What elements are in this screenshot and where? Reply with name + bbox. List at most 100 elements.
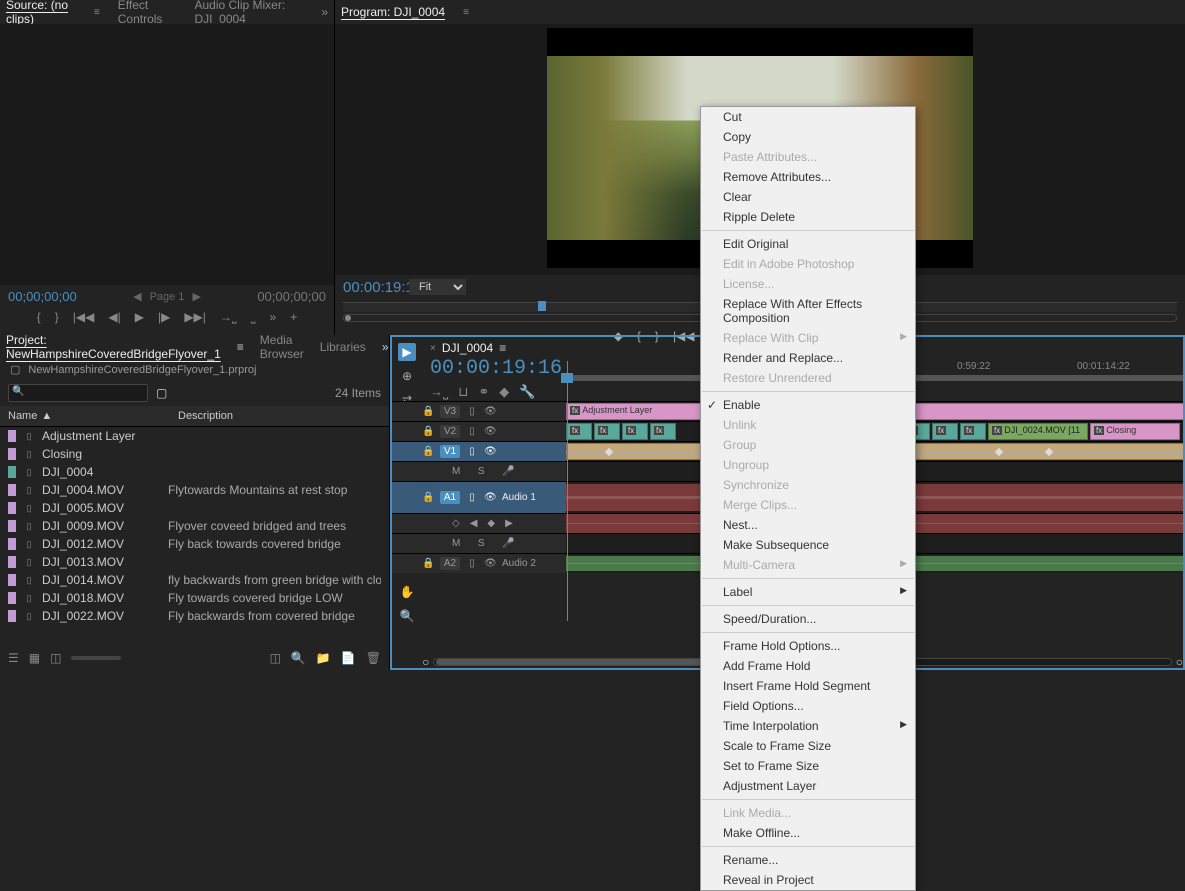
track-header-V2[interactable]: 🔒 V2 ▯ 👁	[392, 422, 566, 441]
menu-reveal-in-project[interactable]: Reveal in Project	[701, 870, 915, 890]
menu-adjustment-layer[interactable]: Adjustment Layer	[701, 776, 915, 796]
filter-bin-icon[interactable]: ▢	[156, 386, 167, 400]
menu-insert-frame-hold-segment[interactable]: Insert Frame Hold Segment	[701, 676, 915, 696]
insert-icon[interactable]: →⎵	[220, 310, 237, 325]
project-row[interactable]: ▯ DJI_0014.MOV fly backwards from green …	[0, 571, 389, 589]
track-header-V1[interactable]: 🔒 V1 ▯ 👁	[392, 442, 566, 461]
project-row[interactable]: ▯ DJI_0013.MOV	[0, 553, 389, 571]
menu-copy[interactable]: Copy	[701, 127, 915, 147]
pager-next-icon[interactable]: ▶	[192, 290, 200, 303]
auto-seq-icon[interactable]: ◫	[270, 651, 281, 665]
goto-out-icon[interactable]: ▶▶|	[184, 310, 206, 325]
lock-icon[interactable]: 🔒	[422, 558, 434, 569]
export-frame-icon[interactable]: »	[270, 310, 277, 325]
kf-prev-icon[interactable]: ◀	[470, 518, 478, 529]
sequence-tab[interactable]: DJI_0004	[442, 341, 493, 355]
menu-rename[interactable]: Rename...	[701, 850, 915, 870]
lock-icon[interactable]: 🔒	[422, 406, 434, 417]
menu-make-subsequence[interactable]: Make Subsequence	[701, 535, 915, 555]
overflow-icon[interactable]: »	[321, 5, 328, 19]
timeline-clip[interactable]: fx	[622, 423, 648, 440]
project-row[interactable]: ▯ DJI_0012.MOV Fly back towards covered …	[0, 535, 389, 553]
project-row[interactable]: ▯ Closing	[0, 445, 389, 463]
solo-button[interactable]: S	[478, 538, 485, 549]
lock-icon[interactable]: 🔒	[422, 446, 434, 457]
thumbnail-zoom-slider[interactable]	[71, 656, 121, 660]
track-toggle-icon[interactable]: ▯	[466, 426, 478, 437]
timeline-clip[interactable]: fx	[960, 423, 986, 440]
solo-button[interactable]: S	[478, 466, 485, 477]
overwrite-icon[interactable]: ⎵	[251, 310, 256, 325]
timeline-clip[interactable]: fx	[566, 423, 592, 440]
menu-remove-attributes[interactable]: Remove Attributes...	[701, 167, 915, 187]
menu-label[interactable]: Label▶	[701, 582, 915, 602]
menu-nest[interactable]: Nest...	[701, 515, 915, 535]
voice-icon[interactable]: 🎤	[502, 538, 514, 549]
tab-media-browser[interactable]: Media Browser	[260, 333, 304, 361]
track-toggle-icon[interactable]: ▯	[466, 558, 478, 569]
project-menu-icon[interactable]: ≡	[237, 340, 244, 354]
timeline-clip[interactable]: fx	[650, 423, 676, 440]
close-seq-icon[interactable]: ×	[430, 343, 436, 354]
source-tc-right[interactable]: 00;00;00;00	[257, 289, 326, 304]
track-eye-icon[interactable]: 👁	[484, 446, 496, 457]
find-icon[interactable]: 🔍	[291, 651, 306, 665]
program-playhead[interactable]	[538, 301, 546, 311]
col-name-header[interactable]: Name	[8, 410, 37, 422]
project-row[interactable]: ▯ Adjustment Layer	[0, 427, 389, 445]
menu-field-options[interactable]: Field Options...	[701, 696, 915, 716]
button-editor-icon[interactable]: +	[290, 310, 297, 325]
zoom-out-icon[interactable]: ○	[422, 655, 429, 669]
lock-icon[interactable]: 🔒	[422, 426, 434, 437]
project-row[interactable]: ▯ DJI_0009.MOV Flyover coveed bridged an…	[0, 517, 389, 535]
menu-ripple-delete[interactable]: Ripple Delete	[701, 207, 915, 227]
playhead-head[interactable]	[561, 373, 573, 383]
tab-project[interactable]: Project: NewHampshireCoveredBridgeFlyove…	[6, 333, 221, 361]
program-menu-icon[interactable]: ≡	[463, 7, 469, 18]
track-eye-icon[interactable]: 👁	[484, 406, 496, 417]
lock-icon[interactable]: 🔒	[422, 492, 434, 503]
project-row[interactable]: ▯ DJI_0005.MOV	[0, 499, 389, 517]
track-eye-icon[interactable]: 👁	[484, 492, 496, 503]
mark-in-icon[interactable]: {	[37, 310, 41, 325]
project-row[interactable]: ▯ DJI_0004	[0, 463, 389, 481]
track-eye-icon[interactable]: 👁	[484, 558, 496, 569]
project-row[interactable]: ▯ DJI_0018.MOV Fly towards covered bridg…	[0, 589, 389, 607]
project-list[interactable]: ▯ Adjustment Layer ▯ Closing ▯ DJI_0004 …	[0, 427, 389, 646]
tab-menu-icon[interactable]: ≡	[94, 7, 100, 18]
kf-add-icon[interactable]: ◇	[452, 518, 460, 529]
tab-audio-mixer[interactable]: Audio Clip Mixer: DJI_0004	[194, 0, 303, 26]
menu-time-interpolation[interactable]: Time Interpolation▶	[701, 716, 915, 736]
menu-add-frame-hold[interactable]: Add Frame Hold	[701, 656, 915, 676]
menu-make-offline[interactable]: Make Offline...	[701, 823, 915, 843]
timeline-clip[interactable]: fxDJI_0024.MOV [11	[988, 423, 1088, 440]
menu-cut[interactable]: Cut	[701, 107, 915, 127]
sort-icon[interactable]: ▲	[41, 410, 52, 422]
trash-icon[interactable]: 🗑	[366, 651, 381, 665]
freeform-view-icon[interactable]: ◫	[50, 651, 61, 665]
mark-out-icon[interactable]: }	[55, 310, 59, 325]
track-label[interactable]: V2	[440, 425, 460, 438]
track-label[interactable]: V1	[440, 445, 460, 458]
tool-0[interactable]: ▶	[398, 343, 416, 361]
menu-frame-hold-options[interactable]: Frame Hold Options...	[701, 636, 915, 656]
track-header-A1-ctrl[interactable]: M S 🎤	[392, 462, 566, 481]
new-bin-icon[interactable]: 📁	[316, 651, 331, 665]
list-view-icon[interactable]: ☰	[8, 651, 19, 665]
voice-icon[interactable]: 🎤	[502, 466, 514, 477]
menu-replace-with-after-effects-composition[interactable]: Replace With After Effects Composition	[701, 294, 915, 328]
menu-edit-original[interactable]: Edit Original	[701, 234, 915, 254]
tool-1[interactable]: ⊕	[398, 367, 416, 385]
source-tc-left[interactable]: 00;00;00;00	[8, 289, 77, 304]
mute-button[interactable]: M	[452, 466, 460, 477]
track-label[interactable]: A1	[440, 491, 460, 504]
track-eye-icon[interactable]: 👁	[484, 426, 496, 437]
seq-menu-icon[interactable]: ≡	[499, 341, 506, 355]
tab-program[interactable]: Program: DJI_0004	[341, 5, 445, 19]
icon-view-icon[interactable]: ▦	[29, 651, 40, 665]
tab-effect-controls[interactable]: Effect Controls	[118, 0, 177, 26]
menu-enable[interactable]: ✓Enable	[701, 395, 915, 415]
timeline-clip[interactable]: fx	[932, 423, 958, 440]
step-fwd-icon[interactable]: |▶	[158, 310, 170, 325]
project-search-input[interactable]	[8, 384, 148, 402]
